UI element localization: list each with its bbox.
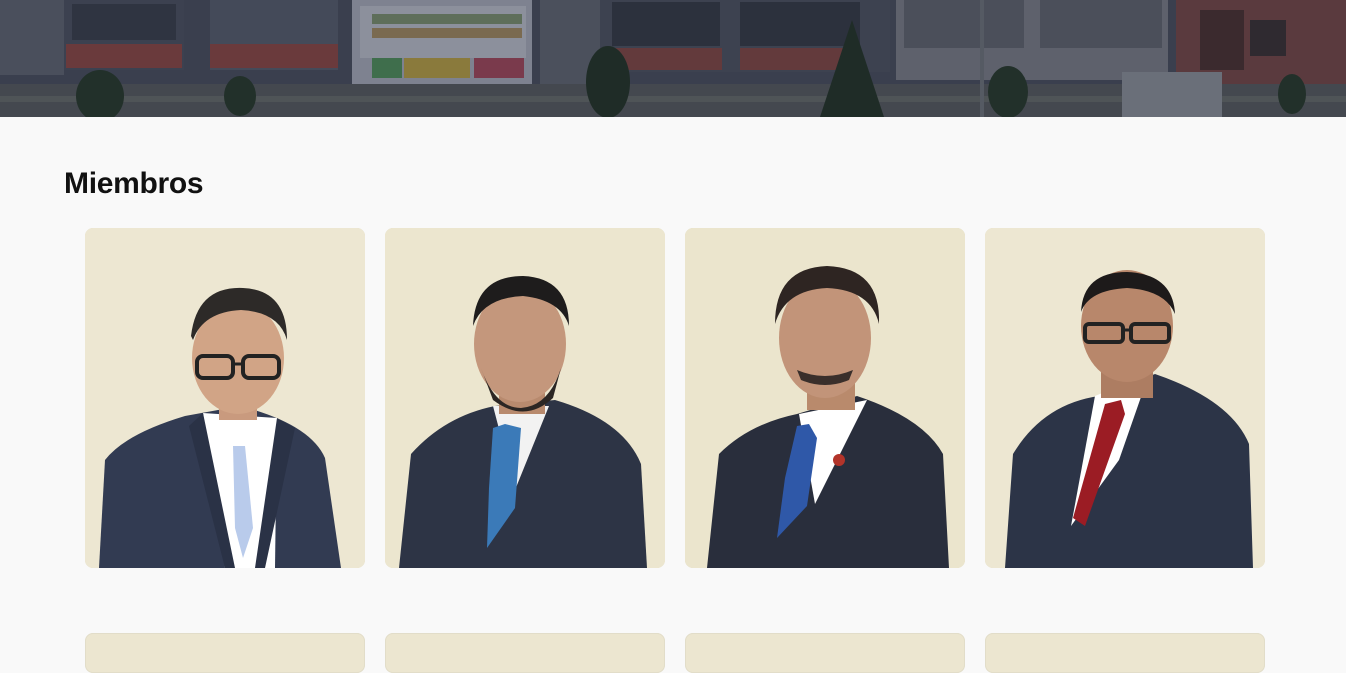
- member-photo: [385, 228, 665, 568]
- members-grid-row-2: [85, 633, 1265, 673]
- members-grid: [85, 228, 1265, 568]
- member-card[interactable]: [385, 228, 665, 568]
- member-card[interactable]: [985, 633, 1265, 673]
- member-card[interactable]: [85, 633, 365, 673]
- member-photo: [85, 228, 365, 568]
- member-card[interactable]: [985, 228, 1265, 568]
- section-title: Miembros: [64, 167, 204, 200]
- member-photo: [685, 228, 965, 568]
- member-card[interactable]: [685, 228, 965, 568]
- hero-campus-image: [0, 0, 1346, 117]
- member-card[interactable]: [85, 228, 365, 568]
- member-card[interactable]: [685, 633, 965, 673]
- member-card[interactable]: [385, 633, 665, 673]
- hero-banner: [0, 0, 1346, 117]
- member-photo: [985, 228, 1265, 568]
